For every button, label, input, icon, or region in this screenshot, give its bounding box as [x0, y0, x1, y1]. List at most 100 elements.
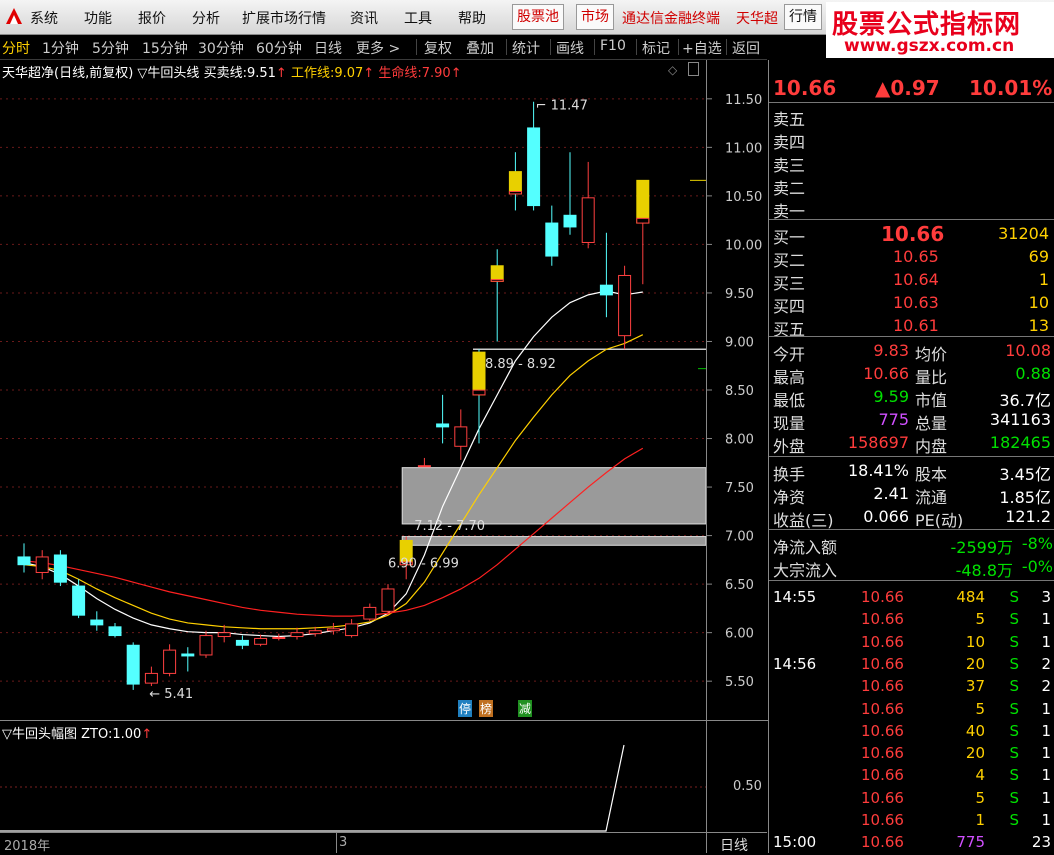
- quote-button[interactable]: 行情: [784, 4, 822, 30]
- watermark-logo: 股票公式指标网 www.gszx.com.cn: [826, 2, 1054, 58]
- bid-level-row[interactable]: 买一 10.66 31204: [769, 222, 1054, 247]
- gap-range-label-2: 7.12 - 7.70: [414, 519, 485, 534]
- tick-price: 10.66: [861, 721, 904, 740]
- buy-line-label: 买卖线:: [203, 66, 247, 81]
- candle-body: [126, 644, 140, 685]
- candle-body: [563, 214, 577, 228]
- tab-60min[interactable]: 60分钟: [256, 38, 302, 58]
- tick-side: S: [1009, 721, 1019, 740]
- tab-more[interactable]: 更多 >: [356, 38, 400, 58]
- ask-level-row[interactable]: 卖五: [769, 104, 1054, 129]
- candle-body: [345, 623, 359, 637]
- tick-side: S: [1009, 699, 1019, 718]
- indicator-panel[interactable]: ▽牛回头幅图 ZTO:1.00↑: [0, 720, 706, 833]
- market-button[interactable]: 市场: [576, 4, 614, 30]
- price-tick-label: 7.50: [725, 481, 754, 496]
- tick-side: S: [1009, 788, 1019, 807]
- stock-pool-button[interactable]: 股票池: [512, 4, 564, 30]
- bid-level-row[interactable]: 买二 10.65 69: [769, 245, 1054, 270]
- tick-row[interactable]: 10.66 1 S 1: [769, 809, 1054, 831]
- mark-button[interactable]: 标记: [642, 38, 670, 58]
- price-tick-label: 9.50: [725, 287, 754, 302]
- price-tick-label: 7.00: [725, 530, 754, 545]
- tick-price: 10.66: [861, 677, 904, 696]
- ask-level-row[interactable]: 卖一: [769, 196, 1054, 221]
- ask-level-row[interactable]: 卖四: [769, 127, 1054, 152]
- stats-button[interactable]: 统计: [512, 38, 540, 58]
- candle-body: [363, 606, 377, 620]
- bid-volume: 1: [1038, 270, 1049, 289]
- adjust-button[interactable]: 复权: [424, 38, 452, 58]
- stat-value: 158697: [847, 433, 909, 452]
- candle-body: [181, 653, 195, 657]
- ranking-badge[interactable]: 榜: [479, 700, 494, 717]
- tick-row[interactable]: 14:55 10.66 484 S 3: [769, 586, 1054, 608]
- candle-body: [254, 637, 268, 645]
- tdx-terminal-label: 通达信金融终端: [622, 11, 720, 27]
- menu-help[interactable]: 帮助: [458, 8, 486, 28]
- tick-price: 10.66: [861, 654, 904, 673]
- tick-count: 2: [1041, 654, 1051, 673]
- tick-row[interactable]: 10.66 10 S 1: [769, 631, 1054, 653]
- price-tick-label: 8.00: [725, 433, 754, 448]
- menu-news[interactable]: 资讯: [350, 8, 378, 28]
- tick-row[interactable]: 10.66 4 S 1: [769, 764, 1054, 786]
- menu-quote[interactable]: 报价: [138, 8, 166, 28]
- tick-side: S: [1009, 654, 1019, 673]
- tab-15min[interactable]: 15分钟: [142, 38, 188, 58]
- tab-5min[interactable]: 5分钟: [92, 38, 129, 58]
- bid-level-row[interactable]: 买三 10.64 1: [769, 268, 1054, 293]
- tick-volume: 20: [965, 744, 985, 763]
- tick-row[interactable]: 10.66 5 S 1: [769, 787, 1054, 809]
- bid-price: 10.65: [893, 247, 939, 266]
- price-tick-label: 11.00: [725, 141, 762, 156]
- work-line-value: 9.07: [334, 66, 364, 81]
- candle-body: [599, 284, 613, 296]
- price-change-pct: 10.01%: [969, 76, 1053, 100]
- indicator-name: ▽牛回头线: [137, 66, 200, 81]
- bid-level-row[interactable]: 买四 10.63 10: [769, 291, 1054, 316]
- divider: [769, 336, 1054, 337]
- candle-body: [581, 197, 595, 243]
- add-watchlist-button[interactable]: +自选: [682, 38, 722, 58]
- menu-system[interactable]: 系统: [30, 8, 58, 28]
- tick-row[interactable]: 10.66 20 S 1: [769, 742, 1054, 764]
- limit-up-badge[interactable]: 停: [458, 700, 473, 717]
- indicator-axis-label: 0.50: [733, 779, 762, 794]
- bid-level-row[interactable]: 买五 10.61 13: [769, 314, 1054, 339]
- period-label[interactable]: 日线: [720, 835, 748, 855]
- tab-30min[interactable]: 30分钟: [198, 38, 244, 58]
- kline-chart[interactable]: ⌐ 11.47 ← 5.41 8.89 - 8.92 7.12 - 7.70 6.90 …: [0, 60, 706, 720]
- tick-volume: 5: [975, 610, 985, 629]
- menu-tools[interactable]: 工具: [404, 8, 432, 28]
- f10-button[interactable]: F10: [600, 38, 626, 54]
- diamond-icon[interactable]: ◇: [668, 63, 677, 77]
- back-button[interactable]: 返回: [732, 38, 760, 58]
- candle-body: [490, 265, 504, 282]
- reduce-badge[interactable]: 减: [518, 700, 533, 717]
- stat-value: 0.066: [863, 507, 909, 526]
- panel-toggle-icon[interactable]: [688, 62, 699, 76]
- tick-side: S: [1009, 744, 1019, 763]
- tick-row[interactable]: 10.66 37 S 2: [769, 675, 1054, 697]
- tick-row[interactable]: 15:00 10.66 775 23: [769, 831, 1054, 853]
- zto-line: [0, 744, 625, 832]
- tick-row[interactable]: 10.66 40 S 1: [769, 720, 1054, 742]
- tick-price: 10.66: [861, 610, 904, 629]
- tick-row[interactable]: 10.66 5 S 1: [769, 608, 1054, 630]
- candle-body: [545, 222, 559, 257]
- tick-row[interactable]: 10.66 5 S 1: [769, 698, 1054, 720]
- draw-button[interactable]: 画线: [556, 38, 584, 58]
- menu-function[interactable]: 功能: [84, 8, 112, 28]
- tab-1min[interactable]: 1分钟: [42, 38, 79, 58]
- menu-extended-market[interactable]: 扩展市场行情: [242, 8, 326, 28]
- tab-intraday[interactable]: 分时: [2, 38, 30, 58]
- ask-level-row[interactable]: 卖三: [769, 150, 1054, 175]
- life-line-label: 生命线:: [378, 66, 422, 81]
- tick-row[interactable]: 14:56 10.66 20 S 2: [769, 653, 1054, 675]
- ask-level-row[interactable]: 卖二: [769, 173, 1054, 198]
- tick-price: 10.66: [861, 788, 904, 807]
- menu-analysis[interactable]: 分析: [192, 8, 220, 28]
- tab-daily[interactable]: 日线: [314, 38, 342, 58]
- overlay-button[interactable]: 叠加: [466, 38, 494, 58]
